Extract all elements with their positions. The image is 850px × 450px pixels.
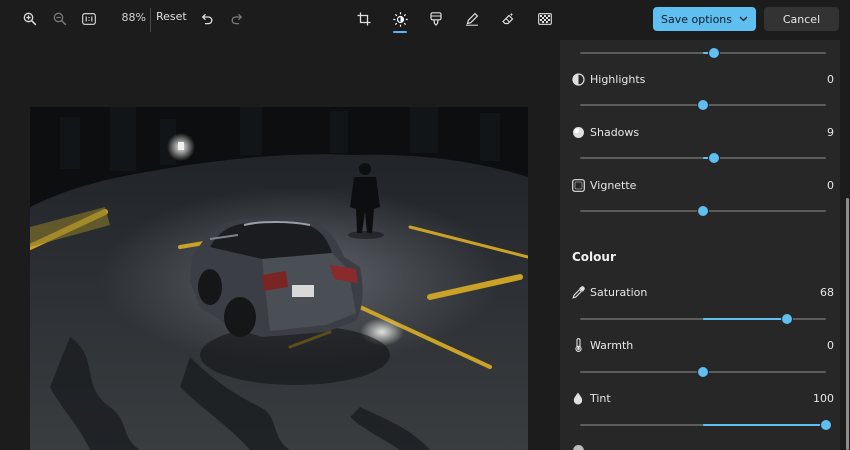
shadows-slider-thumb[interactable] bbox=[709, 153, 720, 163]
vignette-value: 0 bbox=[827, 179, 834, 192]
shadows-label: Shadows bbox=[590, 126, 640, 139]
warmth-value: 0 bbox=[827, 339, 834, 352]
background-tool-button[interactable] bbox=[536, 8, 554, 30]
shadows-icon bbox=[571, 125, 585, 139]
shadows-slider[interactable] bbox=[580, 153, 826, 163]
save-options-button[interactable]: Save options bbox=[653, 7, 756, 31]
redo-icon bbox=[231, 13, 243, 25]
editor-toolbar: 88% Reset Save options Cancel bbox=[0, 0, 850, 40]
undo-button[interactable] bbox=[198, 8, 216, 30]
adjust-icon bbox=[392, 11, 408, 27]
colour-section-title: Colour bbox=[572, 250, 616, 264]
reset-button[interactable]: Reset bbox=[156, 10, 187, 23]
chevron-down-icon bbox=[739, 16, 748, 22]
markup-icon bbox=[466, 12, 479, 26]
warmth-label: Warmth bbox=[590, 339, 634, 352]
filter-tool-button[interactable] bbox=[427, 8, 445, 30]
thermometer-icon bbox=[571, 338, 585, 352]
zoom-in-icon bbox=[23, 12, 37, 26]
saturation-value: 68 bbox=[820, 286, 834, 299]
tint-slider-fill bbox=[703, 424, 826, 426]
sharpness-icon bbox=[571, 443, 585, 450]
tint-slider-thumb[interactable] bbox=[821, 420, 831, 430]
zoom-out-icon bbox=[53, 12, 67, 26]
saturation-slider-thumb[interactable] bbox=[781, 314, 792, 324]
tint-slider[interactable] bbox=[580, 420, 831, 430]
filter-icon bbox=[430, 12, 442, 26]
vignette-label: Vignette bbox=[590, 179, 637, 192]
saturation-slider[interactable] bbox=[580, 314, 826, 324]
zoom-level: 88% bbox=[121, 11, 146, 24]
tint-value: 100 bbox=[813, 392, 834, 405]
actual-size-icon bbox=[82, 13, 96, 25]
toolbar-divider bbox=[150, 8, 151, 32]
shadows-value: 9 bbox=[827, 126, 834, 139]
warmth-slider-thumb[interactable] bbox=[698, 367, 708, 377]
redo-button[interactable] bbox=[228, 8, 246, 30]
adjustments-panel: Highlights 0 Shadows 9 Vignette 0 Colour bbox=[560, 40, 840, 450]
erase-tool-button[interactable] bbox=[499, 8, 517, 30]
highlights-label: Highlights bbox=[590, 73, 646, 86]
photo-editor-window: 88% Reset Save options Cancel Highlights… bbox=[0, 0, 850, 450]
eyedropper-icon bbox=[571, 285, 585, 299]
highlights-slider[interactable] bbox=[580, 100, 826, 110]
droplet-icon bbox=[571, 391, 585, 405]
actual-size-button[interactable] bbox=[80, 8, 98, 30]
markup-tool-button[interactable] bbox=[463, 8, 481, 30]
highlights-icon bbox=[571, 72, 585, 86]
erase-icon bbox=[502, 12, 514, 25]
zoom-in-button[interactable] bbox=[21, 8, 39, 30]
crop-icon bbox=[357, 12, 371, 26]
tint-label: Tint bbox=[590, 392, 611, 405]
photo-canvas[interactable] bbox=[30, 107, 528, 450]
undo-icon bbox=[201, 13, 213, 25]
zoom-out-button[interactable] bbox=[51, 8, 69, 30]
vignette-icon bbox=[571, 178, 585, 192]
saturation-label: Saturation bbox=[590, 286, 648, 299]
top-slider-thumb[interactable] bbox=[709, 48, 720, 58]
save-options-label: Save options bbox=[660, 12, 732, 26]
top-slider-track[interactable] bbox=[580, 48, 826, 58]
warmth-slider[interactable] bbox=[580, 367, 826, 377]
background-icon bbox=[538, 13, 552, 25]
parking-lot-photo bbox=[30, 107, 528, 450]
panel-scrollbar[interactable] bbox=[846, 198, 849, 450]
highlights-value: 0 bbox=[827, 73, 834, 86]
highlights-slider-thumb[interactable] bbox=[698, 100, 708, 110]
vignette-slider-thumb[interactable] bbox=[698, 206, 708, 216]
crop-tool-button[interactable] bbox=[355, 8, 373, 30]
vignette-slider[interactable] bbox=[580, 206, 826, 216]
cancel-button[interactable]: Cancel bbox=[764, 7, 839, 31]
adjust-tool-button[interactable] bbox=[391, 8, 409, 30]
active-tool-indicator bbox=[393, 31, 407, 33]
saturation-slider-fill bbox=[703, 318, 787, 320]
